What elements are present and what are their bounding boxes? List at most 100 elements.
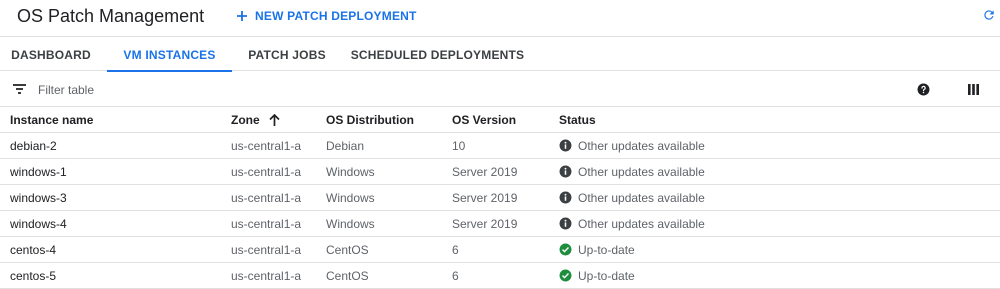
os-version-value: Server 2019 — [452, 190, 518, 205]
filter-table-input[interactable] — [38, 80, 338, 100]
zone-cell: us-central1-a — [231, 237, 301, 262]
zone-value: us-central1-a — [231, 268, 302, 283]
instance-name-link[interactable]: centos-4 — [10, 237, 56, 262]
status-cell: Other updates available — [559, 185, 705, 210]
os-distribution-cell: Windows — [326, 159, 375, 184]
os-distribution-value: CentOS — [326, 268, 369, 283]
os-version-value: Server 2019 — [452, 216, 518, 231]
sort-ascending-icon[interactable] — [269, 113, 280, 126]
column-display-icon[interactable] — [968, 84, 979, 95]
status-cell: Other updates available — [559, 211, 705, 236]
os-distribution-cell: Windows — [326, 211, 375, 236]
instance-name: centos-4 — [10, 242, 57, 257]
check-circle-icon — [559, 243, 572, 256]
os-distribution-cell: Debian — [326, 133, 364, 158]
os-version-cell: Server 2019 — [452, 211, 517, 236]
new-patch-deployment-button[interactable]: NEW PATCH DEPLOYMENT — [236, 9, 417, 23]
page-header: OS Patch Management NEW PATCH DEPLOYMENT — [0, 0, 1000, 37]
tab-vm-instances[interactable]: VM INSTANCES — [107, 38, 232, 72]
info-icon — [559, 165, 572, 178]
zone-cell: us-central1-a — [231, 133, 301, 158]
table-filter-bar — [0, 72, 1000, 107]
instance-name-link[interactable]: windows-3 — [10, 185, 67, 210]
status-text: Other updates available — [578, 216, 705, 231]
table-row[interactable]: windows-4 us-central1-a Windows Server 2019… — [0, 211, 1000, 237]
column-header-label: OS Distribution — [326, 112, 414, 127]
instance-name-link[interactable]: windows-4 — [10, 211, 67, 236]
os-version-cell: Server 2019 — [452, 185, 517, 210]
table-row[interactable]: centos-4 us-central1-a CentOS 6 Up-to-date — [0, 237, 1000, 263]
table-row[interactable]: windows-1 us-central1-a Windows Server 2019… — [0, 159, 1000, 185]
column-header-zone[interactable]: Zone — [231, 107, 280, 132]
status-text: Other updates available — [578, 164, 705, 179]
vm-instances-table: Instance name Zone OS Distribution OS Ve… — [0, 107, 1000, 289]
os-version-value: Server 2019 — [452, 164, 518, 179]
os-distribution-value: Windows — [326, 190, 375, 205]
instance-name-link[interactable]: debian-2 — [10, 133, 57, 158]
filter-list-icon[interactable] — [13, 84, 26, 94]
table-row[interactable]: debian-2 us-central1-a Debian 10 Other updat… — [0, 133, 1000, 159]
zone-cell: us-central1-a — [231, 159, 301, 184]
table-header-row: Instance name Zone OS Distribution OS Ve… — [0, 107, 1000, 133]
status-cell: Up-to-date — [559, 263, 635, 288]
os-distribution-cell: CentOS — [326, 263, 369, 288]
os-distribution-value: Windows — [326, 216, 375, 231]
zone-cell: us-central1-a — [231, 185, 301, 210]
tab-bar: DASHBOARD VM INSTANCES PATCH JOBS SCHEDU… — [0, 38, 1000, 72]
column-header-label: Instance name — [10, 112, 94, 127]
status-cell: Other updates available — [559, 133, 705, 158]
zone-value: us-central1-a — [231, 216, 302, 231]
zone-cell: us-central1-a — [231, 263, 301, 288]
tab-label: VM INSTANCES — [123, 47, 216, 62]
help-icon[interactable] — [917, 83, 930, 96]
os-version-cell: Server 2019 — [452, 159, 517, 184]
plus-icon — [237, 11, 247, 21]
table-row[interactable]: centos-5 us-central1-a CentOS 6 Up-to-date — [0, 263, 1000, 289]
new-patch-deployment-label: NEW PATCH DEPLOYMENT — [255, 9, 417, 23]
instance-name-link[interactable]: windows-1 — [10, 159, 67, 184]
status-text: Other updates available — [578, 190, 705, 205]
os-distribution-cell: Windows — [326, 185, 375, 210]
column-header-os-distribution[interactable]: OS Distribution — [326, 107, 414, 132]
zone-value: us-central1-a — [231, 242, 302, 257]
column-header-os-version[interactable]: OS Version — [452, 107, 516, 132]
instance-name-link[interactable]: centos-5 — [10, 263, 56, 288]
os-distribution-value: Debian — [326, 138, 365, 153]
table-row[interactable]: windows-3 us-central1-a Windows Server 2019… — [0, 185, 1000, 211]
os-version-cell: 10 — [452, 133, 465, 158]
status-cell: Up-to-date — [559, 237, 635, 262]
instance-name: windows-1 — [10, 164, 67, 179]
status-text: Up-to-date — [578, 242, 635, 257]
column-header-label: Status — [559, 112, 596, 127]
status-cell: Other updates available — [559, 159, 705, 184]
status-text: Other updates available — [578, 138, 705, 153]
os-version-value: 6 — [452, 268, 459, 283]
refresh-icon[interactable] — [982, 8, 996, 22]
check-circle-icon — [559, 269, 572, 282]
zone-value: us-central1-a — [231, 190, 302, 205]
column-header-instance-name[interactable]: Instance name — [10, 107, 93, 132]
tab-label: SCHEDULED DEPLOYMENTS — [350, 47, 525, 62]
zone-cell: us-central1-a — [231, 211, 301, 236]
instance-name: centos-5 — [10, 268, 57, 283]
column-header-label: Zone — [231, 112, 260, 127]
os-version-cell: 6 — [452, 237, 459, 262]
instance-name: windows-3 — [10, 190, 67, 205]
os-distribution-value: CentOS — [326, 242, 369, 257]
zone-value: us-central1-a — [231, 138, 302, 153]
os-distribution-value: Windows — [326, 164, 375, 179]
table-body: debian-2 us-central1-a Debian 10 Other updat… — [0, 133, 1000, 289]
column-header-label: OS Version — [452, 112, 517, 127]
tab-label: PATCH JOBS — [248, 47, 326, 62]
column-header-status[interactable]: Status — [559, 107, 596, 132]
tab-dashboard[interactable]: DASHBOARD — [0, 38, 102, 71]
tab-patch-jobs[interactable]: PATCH JOBS — [239, 38, 335, 71]
os-version-value: 10 — [452, 138, 466, 153]
page-title: OS Patch Management — [17, 6, 205, 26]
tab-scheduled-deployments[interactable]: SCHEDULED DEPLOYMENTS — [350, 38, 525, 71]
info-icon — [559, 217, 572, 230]
zone-value: us-central1-a — [231, 164, 302, 179]
status-text: Up-to-date — [578, 268, 635, 283]
os-distribution-cell: CentOS — [326, 237, 369, 262]
os-version-value: 6 — [452, 242, 459, 257]
